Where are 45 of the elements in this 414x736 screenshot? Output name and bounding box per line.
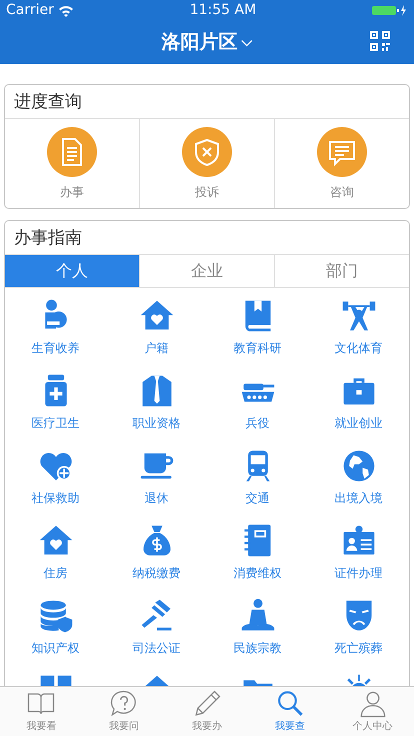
round-icon-button[interactable] — [317, 127, 367, 177]
round-icon-button[interactable] — [47, 127, 97, 177]
wifi-icon — [58, 4, 74, 16]
caret-icon[interactable]: ⌵ — [242, 32, 252, 52]
progress-label: 咨询 — [330, 184, 354, 201]
service-label[interactable]: 民族宗教 — [234, 639, 282, 657]
database-shield-icon[interactable] — [38, 598, 74, 634]
tab-bar-item[interactable]: 个人中心 — [331, 687, 414, 736]
service-label[interactable]: 兵役 — [246, 414, 270, 432]
progress-label: 办事 — [60, 184, 84, 201]
service-label[interactable]: 社保救助 — [32, 489, 80, 507]
status-time: 11:55 AM — [190, 0, 256, 20]
tab-bar-item[interactable]: 我要查 — [248, 687, 332, 736]
section-title: 进度查询 — [5, 85, 409, 119]
person-icon — [358, 689, 388, 719]
service-label[interactable]: 就业创业 — [334, 414, 382, 432]
category-tab[interactable]: 个人 — [5, 255, 140, 288]
service-label[interactable]: 证件办理 — [334, 564, 382, 582]
service-label[interactable]: 出境入境 — [334, 489, 382, 507]
service-label[interactable]: 纳税缴费 — [132, 564, 180, 582]
service-label[interactable]: 司法公证 — [132, 639, 180, 657]
service-label[interactable]: 知识产权 — [32, 639, 80, 657]
tab-bar-item[interactable]: 我要办 — [166, 687, 248, 736]
service-label[interactable]: 生育收养 — [32, 339, 80, 357]
service-label[interactable]: 职业资格 — [132, 414, 180, 432]
round-icon-button[interactable] — [182, 127, 232, 177]
service-label[interactable]: 交通 — [246, 489, 270, 507]
shield-x-icon — [192, 137, 222, 167]
progress-label: 投诉 — [195, 184, 219, 201]
service-label[interactable]: 户籍 — [144, 339, 168, 357]
service-label[interactable]: 文化体育 — [334, 339, 382, 357]
service-label[interactable]: 教育科研 — [234, 339, 282, 357]
globe-icon[interactable] — [340, 448, 376, 484]
carrier-name: Carrier — [6, 0, 54, 20]
service-label[interactable]: 消费维权 — [234, 564, 282, 582]
tab-bar-item[interactable]: 我要问 — [82, 687, 166, 736]
battery-icon — [372, 4, 408, 16]
service-label[interactable]: 住房 — [44, 564, 68, 582]
category-tab[interactable]: 企业 — [140, 255, 275, 288]
qr-code-icon[interactable] — [370, 31, 390, 52]
service-label[interactable]: 医疗卫生 — [32, 414, 80, 432]
region-title[interactable]: 洛阳片区 — [162, 28, 238, 56]
service-label[interactable]: 退休 — [144, 489, 168, 507]
service-label[interactable]: 死亡殡葬 — [334, 639, 382, 657]
tab-bar-item[interactable]: 我要看 — [0, 687, 83, 736]
